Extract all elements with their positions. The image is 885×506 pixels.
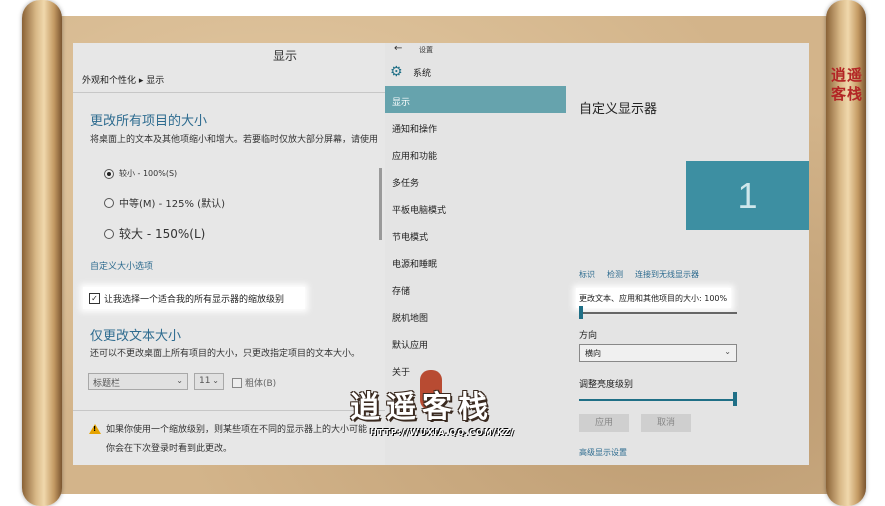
bold-checkbox[interactable]: 粗体(B)	[232, 376, 276, 389]
nav-item[interactable]: 节电模式	[385, 221, 566, 248]
apply-button[interactable]: 应用	[579, 414, 629, 432]
window-titlebar: 显示	[73, 43, 385, 66]
orientation-select[interactable]: 横向 ⌄	[579, 344, 737, 362]
radio-smaller[interactable]: 较小 - 100%(S)	[104, 168, 177, 179]
warning-text: 如果你使用一个缩放级别，则某些项在不同的显示器上的大小可能	[106, 425, 368, 435]
wireless-display-link[interactable]: 连接到无线显示器	[635, 269, 699, 280]
watermark-title: 逍遥客栈	[350, 390, 494, 425]
scroll-roller-left	[22, 0, 62, 506]
panel-title: 自定义显示器	[579, 102, 658, 117]
text-size-heading: 仅更改文本大小	[90, 329, 182, 344]
radio-selected-icon[interactable]	[104, 168, 114, 179]
size-slider-track[interactable]	[579, 312, 737, 314]
radio-larger[interactable]: 较大 - 150%(L)	[104, 225, 205, 242]
advanced-display-settings-link[interactable]: 高级显示设置	[579, 447, 627, 458]
scale-level-checkbox-row[interactable]: ✓ 让我选择一个适合我的所有显示器的缩放级别	[83, 287, 305, 309]
radio-label: 较大 - 150%(L)	[119, 227, 206, 241]
brightness-slider-track[interactable]	[579, 399, 735, 401]
chevron-down-icon: ⌄	[724, 347, 731, 356]
seal-stamp: 逍遥 客栈	[830, 66, 863, 103]
brightness-label: 调整亮度级别	[579, 380, 634, 390]
identify-link[interactable]: 标识	[579, 269, 595, 280]
item-select[interactable]: 标题栏 ⌄	[88, 373, 188, 390]
detect-link[interactable]: 检测	[607, 269, 623, 280]
font-size-select[interactable]: 11 ⌄	[194, 373, 224, 390]
warning-icon: !	[89, 424, 101, 434]
back-arrow-icon[interactable]: ←	[394, 43, 402, 54]
size-heading: 更改所有项目的大小	[90, 114, 208, 129]
checkbox-icon[interactable]	[232, 377, 242, 388]
system-label: 系统	[413, 68, 432, 79]
orientation-value: 横向	[585, 349, 601, 358]
nav-item[interactable]: 平板电脑模式	[385, 194, 566, 221]
nav-item[interactable]: 存储	[385, 275, 566, 302]
nav-item[interactable]: 应用和功能	[385, 140, 566, 167]
checkbox-label: 让我选择一个适合我的所有显示器的缩放级别	[104, 294, 285, 305]
divider	[73, 410, 385, 411]
scrollbar[interactable]	[379, 168, 382, 240]
control-panel-display-window: 显示 外观和个性化 ▸ 显示 更改所有项目的大小 将桌面上的文本及其他项缩小和增…	[73, 43, 385, 465]
custom-size-link[interactable]: 自定义大小选项	[90, 259, 153, 272]
radio-label: 中等(M) - 125% (默认)	[119, 199, 225, 210]
warning-text-2: 你会在下次登录时看到此更改。	[106, 444, 233, 454]
monitor-tile[interactable]: 1	[686, 161, 809, 230]
orientation-label: 方向	[579, 331, 598, 341]
checkbox-checked-icon[interactable]: ✓	[89, 292, 100, 304]
brightness-slider-thumb[interactable]	[733, 392, 737, 406]
nav-item[interactable]: 脱机地图	[385, 302, 566, 329]
cancel-button[interactable]: 取消	[641, 414, 691, 432]
watermark-url: HTTP://WUXIA.QQ.COM/KZ/	[370, 428, 515, 437]
size-description: 将桌面上的文本及其他项缩小和增大。若要临时仅放大部分屏幕，请使用	[90, 135, 379, 145]
chevron-down-icon: ⌄	[176, 376, 183, 385]
radio-medium[interactable]: 中等(M) - 125% (默认)	[104, 195, 225, 210]
divider	[73, 92, 385, 93]
system-header: ⚙ 系统	[390, 65, 431, 79]
bold-label: 粗体(B)	[245, 379, 277, 389]
nav-item[interactable]: 多任务	[385, 167, 566, 194]
nav-item[interactable]: 显示	[385, 86, 566, 113]
radio-icon[interactable]	[104, 228, 114, 239]
gear-icon: ⚙	[390, 64, 403, 80]
breadcrumb[interactable]: 外观和个性化 ▸ 显示	[82, 73, 164, 86]
window-title: 显示	[273, 49, 298, 63]
nav-item[interactable]: 关于	[385, 356, 566, 383]
nav-item[interactable]: 通知和操作	[385, 113, 566, 140]
settings-label: 设置	[419, 46, 433, 54]
font-size-value: 11	[199, 376, 211, 386]
nav-item[interactable]: 默认应用	[385, 329, 566, 356]
item-select-value: 标题栏	[93, 379, 121, 389]
size-label: 更改文本、应用和其他项目的大小: 100%	[576, 288, 731, 308]
radio-icon[interactable]	[104, 197, 114, 208]
text-size-description: 还可以不更改桌面上所有项目的大小，只更改指定项目的文本大小。	[90, 349, 361, 359]
size-slider-thumb[interactable]	[579, 306, 583, 319]
chevron-down-icon: ⌄	[212, 376, 219, 385]
nav-item[interactable]: 电源和睡眠	[385, 248, 566, 275]
radio-label: 较小 - 100%(S)	[119, 169, 178, 178]
